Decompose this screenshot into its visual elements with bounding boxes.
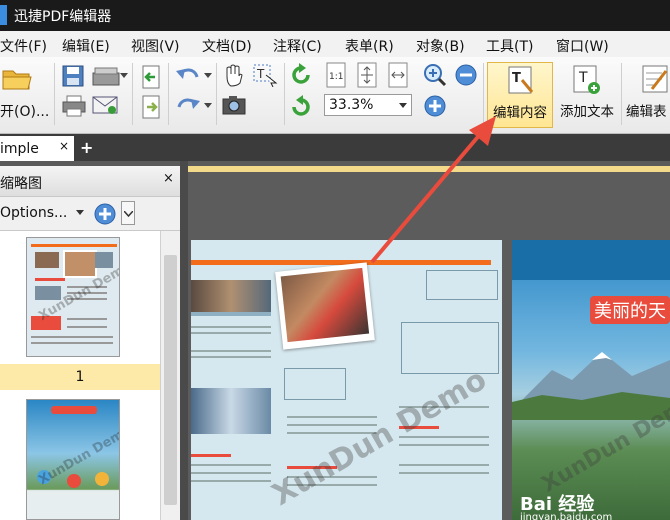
red-arrow-annotation — [370, 116, 496, 264]
